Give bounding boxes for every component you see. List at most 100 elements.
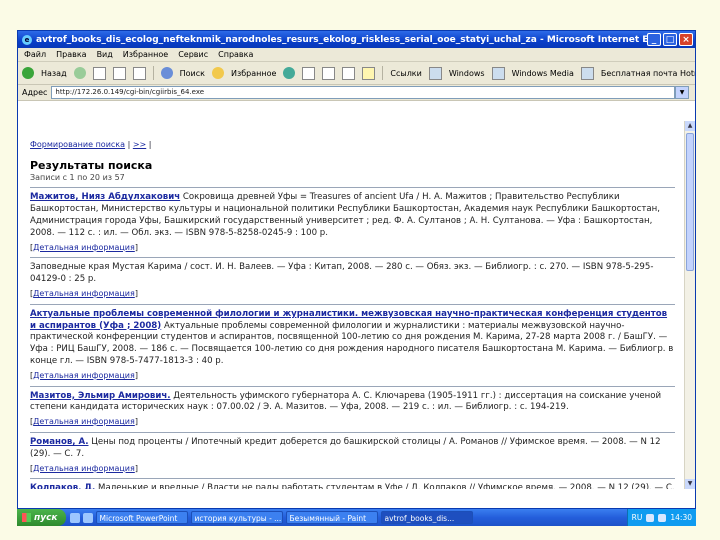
task-history[interactable]: история культуры - ... (190, 511, 283, 524)
bracket-close: ] (134, 242, 138, 252)
bracket-close: ] (134, 370, 138, 380)
result-record: Мажитов, Нияз Абдулхакович Сокровища дре… (30, 187, 675, 257)
task-paint[interactable]: Безымянный - Paint (285, 511, 378, 524)
record-title[interactable]: Колпаков, Д. (30, 483, 95, 489)
link-windows[interactable]: Windows (449, 69, 485, 78)
start-label: пуск (34, 512, 58, 523)
search-form-link[interactable]: Формирование поиска (30, 140, 125, 149)
result-record: Актуальные проблемы современной филологи… (30, 303, 675, 386)
record-title[interactable]: Мажитов, Нияз Абдулхакович (30, 192, 180, 202)
detail-info-link[interactable]: Детальная информация (33, 243, 135, 252)
bracket-close: ] (134, 288, 138, 298)
clock: 14:30 (670, 513, 692, 522)
search-button[interactable]: Поиск (180, 69, 205, 78)
menu-bar: Файл Правка Вид Избранное Сервис Справка (18, 48, 695, 62)
window-title: avtrof_books_dis_ecolog_nefteknmik_narod… (36, 34, 647, 45)
address-bar: Адрес http://172.26.0.149/cgi-bin/cgiirb… (18, 85, 695, 101)
link-windows-media-icon (491, 66, 505, 80)
favorites-star-icon[interactable] (211, 67, 224, 79)
detail-info-link[interactable]: Детальная информация (33, 464, 135, 473)
address-label: Адрес (22, 88, 48, 97)
menu-view[interactable]: Вид (97, 50, 113, 59)
quicklaunch-ie-icon[interactable] (69, 512, 80, 523)
print-icon[interactable] (342, 66, 356, 80)
address-input[interactable]: http://172.26.0.149/cgi-bin/cgiirbis_64.… (51, 86, 675, 99)
mail-icon[interactable] (322, 66, 336, 80)
result-record: Мазитов, Эльмир Амирович. Деятельность у… (30, 385, 675, 432)
menu-tools[interactable]: Сервис (178, 50, 208, 59)
task-powerpoint[interactable]: Microsoft PowerPoint (95, 511, 188, 524)
forward-arrow-icon[interactable] (73, 67, 86, 79)
detail-info-link[interactable]: Детальная информация (33, 289, 135, 298)
next-page-link[interactable]: >> (133, 140, 146, 149)
link-windows-media[interactable]: Windows Media (512, 69, 574, 78)
record-text: Мажитов, Нияз Абдулхакович Сокровища дре… (30, 192, 675, 239)
detail-info-link[interactable]: Детальная информация (33, 371, 135, 380)
link-hotmail-icon (580, 66, 594, 80)
media-icon[interactable] (283, 67, 296, 79)
back-arrow-icon[interactable] (22, 67, 34, 79)
scroll-down-icon[interactable]: ▼ (685, 479, 695, 489)
record-text: Мазитов, Эльмир Амирович. Деятельность у… (30, 391, 675, 415)
taskbar: пуск Microsoft PowerPoint история культу… (17, 509, 696, 526)
favorites-button[interactable]: Избранное (231, 69, 276, 78)
detail-info-link[interactable]: Детальная информация (33, 417, 135, 426)
minimize-button[interactable]: _ (647, 33, 661, 46)
link-hotmail[interactable]: Бесплатная почта Hotmail (601, 69, 695, 78)
task-browser[interactable]: avtrof_books_dis... (380, 511, 473, 524)
results-heading: Результаты поиска (30, 158, 153, 172)
detail-link-wrap: [Детальная информация] (30, 370, 675, 382)
ie-icon: e (22, 34, 32, 45)
browser-window: e avtrof_books_dis_ecolog_nefteknmik_nar… (17, 30, 696, 509)
record-description: Цены под проценты / Ипотечный кредит доб… (30, 436, 661, 459)
address-dropdown-icon[interactable]: ▼ (675, 86, 689, 99)
toolbar-divider (382, 66, 384, 80)
scroll-thumb[interactable] (686, 133, 694, 271)
search-nav: Формирование поиска | >> | (30, 121, 685, 151)
stop-icon[interactable] (92, 66, 106, 80)
detail-link-wrap: [Детальная информация] (30, 463, 675, 475)
nav-separator: | (148, 140, 152, 149)
page-content: Формирование поиска | >> | Результаты по… (18, 121, 685, 489)
links-label: Ссылки (390, 68, 422, 78)
tray-volume-icon[interactable] (658, 513, 667, 522)
record-text: Романов, А. Цены под проценты / Ипотечны… (30, 437, 675, 461)
record-title[interactable]: Мазитов, Эльмир Амирович. (30, 391, 171, 401)
home-icon[interactable] (132, 66, 146, 80)
history-icon[interactable] (302, 66, 316, 80)
detail-link-wrap: [Детальная информация] (30, 288, 675, 300)
bracket-close: ] (134, 463, 138, 473)
close-button[interactable]: × (679, 33, 693, 46)
menu-file[interactable]: Файл (24, 50, 46, 59)
detail-link-wrap: [Детальная информация] (30, 242, 675, 254)
results-range: Записи с 1 по 20 из 57 (30, 172, 125, 182)
record-description: Маленькие и вредные / Власти не рады раб… (98, 483, 675, 489)
refresh-icon[interactable] (112, 66, 126, 80)
record-description: Заповедные края Мустая Карима / сост. И.… (30, 262, 654, 285)
folder-icon[interactable] (362, 66, 376, 80)
language-indicator[interactable]: RU (632, 513, 643, 522)
bracket-close: ] (134, 417, 138, 427)
record-title[interactable]: Романов, А. (30, 437, 88, 447)
tray-network-icon[interactable] (646, 513, 655, 522)
results-list: Мажитов, Нияз Абдулхакович Сокровища дре… (30, 187, 685, 489)
maximize-button[interactable]: □ (663, 33, 677, 46)
record-text: Заповедные края Мустая Карима / сост. И.… (30, 262, 675, 286)
scroll-up-icon[interactable]: ▲ (685, 121, 695, 131)
result-record: Заповедные края Мустая Карима / сост. И.… (30, 257, 675, 303)
record-text: Актуальные проблемы современной филологи… (30, 309, 675, 368)
link-windows-icon (428, 66, 442, 80)
toolbar-divider (152, 66, 154, 80)
menu-edit[interactable]: Правка (56, 50, 86, 59)
quicklaunch-desktop-icon[interactable] (82, 512, 93, 523)
vertical-scrollbar[interactable]: ▲ ▼ (684, 121, 695, 489)
title-bar[interactable]: e avtrof_books_dis_ecolog_nefteknmik_nar… (18, 31, 695, 48)
back-button[interactable]: Назад (41, 69, 67, 78)
start-button[interactable]: пуск (17, 509, 66, 526)
menu-help[interactable]: Справка (218, 50, 253, 59)
record-text: Колпаков, Д. Маленькие и вредные / Власт… (30, 483, 675, 489)
search-icon[interactable] (160, 67, 173, 79)
windows-flag-icon (22, 513, 31, 522)
menu-favorites[interactable]: Избранное (123, 50, 168, 59)
detail-link-wrap: [Детальная информация] (30, 416, 675, 428)
